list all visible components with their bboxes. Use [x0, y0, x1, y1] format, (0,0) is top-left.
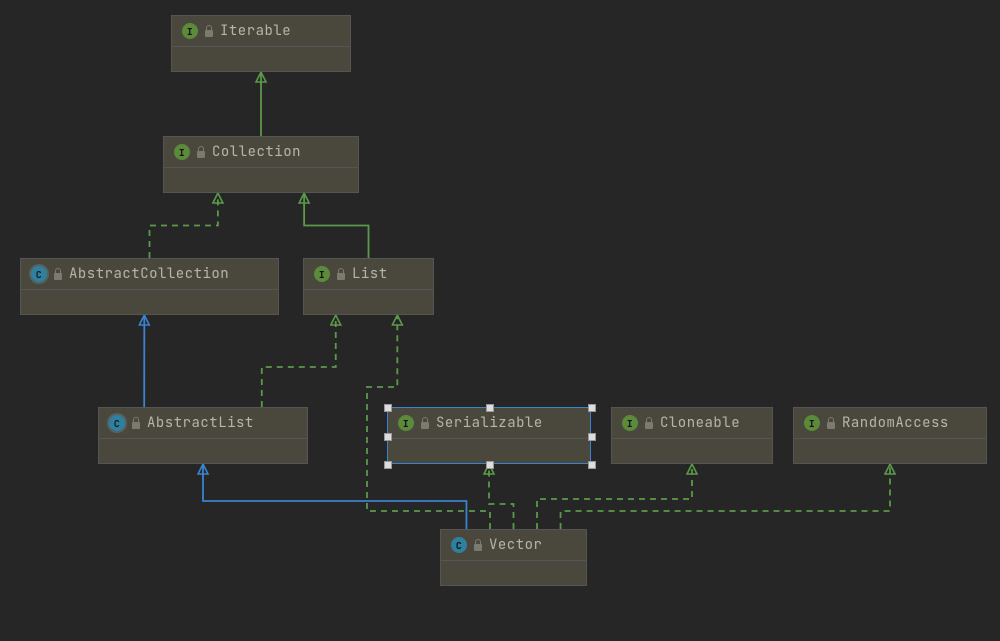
lock-icon: [204, 25, 214, 37]
lock-icon: [196, 146, 206, 158]
abstract-class-icon: C: [109, 415, 125, 431]
node-abstract-collection[interactable]: C AbstractCollection: [20, 258, 279, 315]
node-header: I RandomAccess: [794, 408, 986, 439]
interface-icon: I: [314, 266, 330, 282]
lock-icon: [420, 417, 430, 429]
selection-handle[interactable]: [588, 433, 596, 441]
diagram-canvas[interactable]: I Iterable I Collection C AbstractCollec…: [0, 0, 1000, 641]
node-header: C AbstractCollection: [21, 259, 278, 290]
node-body: [172, 47, 350, 71]
node-body: [164, 168, 358, 192]
selection-handle[interactable]: [588, 461, 596, 469]
node-iterable[interactable]: I Iterable: [171, 15, 351, 72]
node-header: I List: [304, 259, 433, 290]
node-label: RandomAccess: [842, 414, 949, 432]
node-vector[interactable]: C Vector: [440, 529, 587, 586]
node-label: Vector: [489, 536, 542, 554]
node-abstract-list[interactable]: C AbstractList: [98, 407, 308, 464]
interface-icon: I: [622, 415, 638, 431]
diagram-edge: [489, 464, 514, 529]
interface-icon: I: [804, 415, 820, 431]
node-label: AbstractList: [147, 414, 254, 432]
selection-handle[interactable]: [384, 404, 392, 412]
diagram-edge: [304, 193, 368, 258]
lock-icon: [53, 268, 63, 280]
node-header: C AbstractList: [99, 408, 307, 439]
lock-icon: [473, 539, 483, 551]
selection-handle[interactable]: [384, 461, 392, 469]
selection-handle[interactable]: [588, 404, 596, 412]
node-cloneable[interactable]: I Cloneable: [611, 407, 773, 464]
diagram-edge: [262, 315, 336, 407]
node-body: [441, 561, 586, 585]
node-body: [304, 290, 433, 314]
abstract-class-icon: C: [31, 266, 47, 282]
node-label: AbstractCollection: [69, 265, 229, 283]
node-header: I Serializable: [388, 408, 590, 439]
node-random-access[interactable]: I RandomAccess: [793, 407, 987, 464]
diagram-edge: [150, 193, 218, 258]
node-header: I Iterable: [172, 16, 350, 47]
diagram-edge: [203, 464, 466, 529]
node-label: Serializable: [436, 414, 543, 432]
node-header: I Collection: [164, 137, 358, 168]
diagram-edge: [537, 464, 692, 529]
node-body: [612, 439, 772, 463]
diagram-edge: [561, 464, 890, 529]
node-serializable[interactable]: I Serializable: [387, 407, 591, 464]
selection-handle[interactable]: [384, 433, 392, 441]
selection-handle[interactable]: [486, 461, 494, 469]
node-header: C Vector: [441, 530, 586, 561]
node-header: I Cloneable: [612, 408, 772, 439]
class-icon: C: [451, 537, 467, 553]
lock-icon: [826, 417, 836, 429]
node-body: [21, 290, 278, 314]
node-body: [99, 439, 307, 463]
node-body: [388, 439, 590, 463]
selection-handle[interactable]: [486, 404, 494, 412]
interface-icon: I: [174, 144, 190, 160]
node-label: Iterable: [220, 22, 291, 40]
node-label: Cloneable: [660, 414, 740, 432]
node-label: List: [352, 265, 388, 283]
node-list[interactable]: I List: [303, 258, 434, 315]
interface-icon: I: [398, 415, 414, 431]
lock-icon: [131, 417, 141, 429]
interface-icon: I: [182, 23, 198, 39]
lock-icon: [336, 268, 346, 280]
node-body: [794, 439, 986, 463]
lock-icon: [644, 417, 654, 429]
node-label: Collection: [212, 143, 301, 161]
node-collection[interactable]: I Collection: [163, 136, 359, 193]
